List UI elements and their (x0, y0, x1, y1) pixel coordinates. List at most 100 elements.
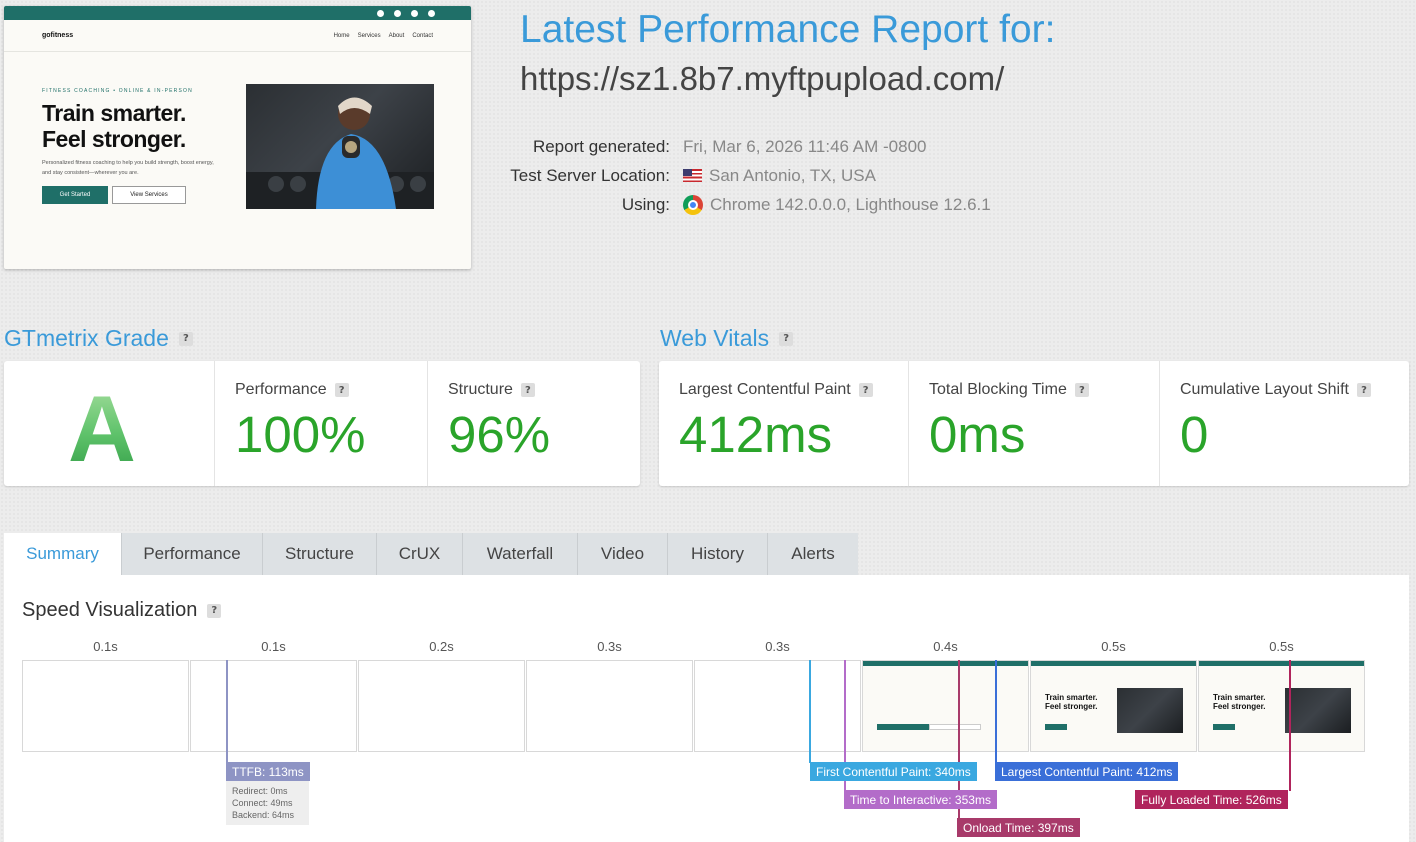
onload-tag[interactable]: Onload Time: 397ms (957, 818, 1080, 837)
web-vitals-title: Web Vitals (660, 325, 770, 351)
frame-headline-line-2: Feel stronger. (1213, 702, 1266, 711)
tab-structure[interactable]: Structure (263, 533, 377, 575)
frame-time-label: 0.5s (1101, 639, 1126, 654)
tab-crux[interactable]: CrUX (377, 533, 463, 575)
lcp-tag[interactable]: Largest Contentful Paint: 412ms (995, 762, 1179, 781)
preview-eyebrow: FITNESS COACHING • ONLINE & IN-PERSON (42, 88, 193, 94)
tbt-cell: Total Blocking Time ? 0ms (909, 361, 1160, 486)
preview-nav-about: About (388, 32, 405, 39)
x-icon (428, 9, 435, 17)
facebook-icon (377, 9, 384, 17)
fully-loaded-marker-line (1289, 660, 1291, 791)
structure-value: 96% (448, 406, 551, 463)
filmstrip-frame[interactable] (358, 660, 525, 752)
tab-alerts[interactable]: Alerts (768, 533, 858, 575)
tab-summary[interactable]: Summary (4, 533, 122, 575)
tbt-label: Total Blocking Time (929, 381, 1067, 398)
linkedin-icon (411, 9, 418, 17)
preview-subtext: Personalized fitness coaching to help yo… (42, 160, 214, 176)
performance-label: Performance (235, 381, 327, 398)
help-icon[interactable]: ? (520, 383, 535, 397)
preview-headline-line-2: Feel stronger. (42, 126, 186, 152)
fully-loaded-tag[interactable]: Fully Loaded Time: 526ms (1135, 790, 1288, 809)
filmstrip-frame[interactable] (862, 660, 1029, 752)
fcp-tag[interactable]: First Contentful Paint: 340ms (810, 762, 977, 781)
preview-headline: Train smarter. Feel stronger. (42, 100, 186, 152)
help-icon[interactable]: ? (207, 603, 222, 618)
filmstrip-frame[interactable]: Train smarter. Feel stronger. (1198, 660, 1365, 752)
filmstrip-frame[interactable]: Train smarter. Feel stronger. (1030, 660, 1197, 752)
help-icon[interactable]: ? (858, 383, 873, 397)
ttfb-tag[interactable]: TTFB: 113ms (226, 762, 310, 781)
lcp-label: Largest Contentful Paint (679, 381, 851, 398)
filmstrip-frame[interactable] (190, 660, 357, 752)
tab-performance[interactable]: Performance (122, 533, 263, 575)
preview-logo: gofitness (42, 32, 74, 39)
lcp-cell: Largest Contentful Paint ? 412ms (659, 361, 909, 486)
location-value: San Antonio, TX, USA (709, 165, 876, 185)
frame-headline: Train smarter. Feel stronger. (1213, 693, 1265, 711)
preview-nav-contact: Contact (412, 32, 433, 39)
instagram-icon (394, 9, 401, 17)
gtmetrix-grade-card: A Performance ? 100% Structure ? 96% (4, 361, 640, 486)
fcp-marker-line (809, 660, 811, 763)
frame-time-label: 0.3s (597, 639, 622, 654)
frame-headline-line-1: Train smarter. (1045, 693, 1098, 702)
preview-social-bar (4, 6, 471, 20)
report-url[interactable]: https://sz1.8b7.myftpupload.com/ (520, 60, 1004, 98)
filmstrip: 0.1s 0.1s 0.2s 0.3s 0.3s 0.4s 0.5s 0.5s … (22, 639, 1372, 759)
preview-nav-home: Home (333, 32, 350, 39)
page-screenshot-preview: gofitness Home Services About Contact FI… (4, 6, 471, 269)
performance-value: 100% (235, 406, 366, 463)
report-title: Latest Performance Report for: (520, 8, 1056, 51)
cls-label: Cumulative Layout Shift (1180, 381, 1349, 398)
report-tabs: Summary Performance Structure CrUX Water… (4, 533, 858, 575)
frame-headline: Train smarter. Feel stronger. (1045, 693, 1097, 711)
filmstrip-frame[interactable] (22, 660, 189, 752)
grade-letter: A (68, 376, 136, 481)
frame-time-label: 0.1s (93, 639, 118, 654)
using-value: Chrome 142.0.0.0, Lighthouse 12.6.1 (710, 194, 991, 214)
report-generated-value: Fri, Mar 6, 2026 11:46 AM -0800 (683, 136, 927, 156)
help-icon[interactable]: ? (1356, 383, 1371, 397)
tab-history[interactable]: History (668, 533, 768, 575)
ttfb-backend: Backend: 64ms (232, 810, 295, 820)
ttfb-connect: Connect: 49ms (232, 798, 293, 808)
ttfb-marker-line (226, 660, 228, 763)
help-icon[interactable]: ? (178, 331, 193, 346)
preview-nav: gofitness Home Services About Contact (4, 20, 471, 52)
preview-get-started-button: Get Started (42, 186, 108, 204)
report-generated-label: Report generated: (532, 136, 670, 156)
filmstrip-frame[interactable] (694, 660, 861, 752)
preview-hero-photo (246, 84, 434, 209)
tti-tag[interactable]: Time to Interactive: 353ms (844, 790, 997, 809)
structure-cell: Structure ? 96% (428, 361, 640, 486)
frame-time-label: 0.3s (765, 639, 790, 654)
location-label: Test Server Location: (510, 165, 670, 185)
help-icon[interactable]: ? (1074, 383, 1089, 397)
help-icon[interactable]: ? (779, 331, 794, 346)
tab-waterfall[interactable]: Waterfall (463, 533, 578, 575)
us-flag-icon (683, 169, 702, 182)
chrome-icon (683, 194, 703, 215)
web-vitals-heading: Web Vitals ? (660, 325, 794, 352)
speed-visualization-heading: Speed Visualization ? (22, 599, 222, 622)
gtmetrix-grade-title: GTmetrix Grade (4, 325, 169, 351)
frame-time-label: 0.2s (429, 639, 454, 654)
performance-cell: Performance ? 100% (215, 361, 428, 486)
help-icon[interactable]: ? (334, 383, 349, 397)
lcp-value: 412ms (679, 406, 833, 463)
tab-video[interactable]: Video (578, 533, 668, 575)
cls-value: 0 (1180, 406, 1209, 463)
structure-label: Structure (448, 381, 513, 398)
preview-view-services-button: View Services (112, 186, 186, 204)
gtmetrix-grade-heading: GTmetrix Grade ? (4, 325, 193, 352)
report-meta: Report generated: Fri, Mar 6, 2026 11:46… (490, 132, 991, 219)
frame-time-label: 0.4s (933, 639, 958, 654)
preview-nav-services: Services (357, 32, 381, 39)
filmstrip-frame[interactable] (526, 660, 693, 752)
frame-headline-line-2: Feel stronger. (1045, 702, 1098, 711)
ttfb-breakdown: Redirect: 0ms Connect: 49ms Backend: 64m… (226, 781, 309, 825)
frame-headline-line-1: Train smarter. (1213, 693, 1266, 702)
tbt-value: 0ms (929, 406, 1026, 463)
